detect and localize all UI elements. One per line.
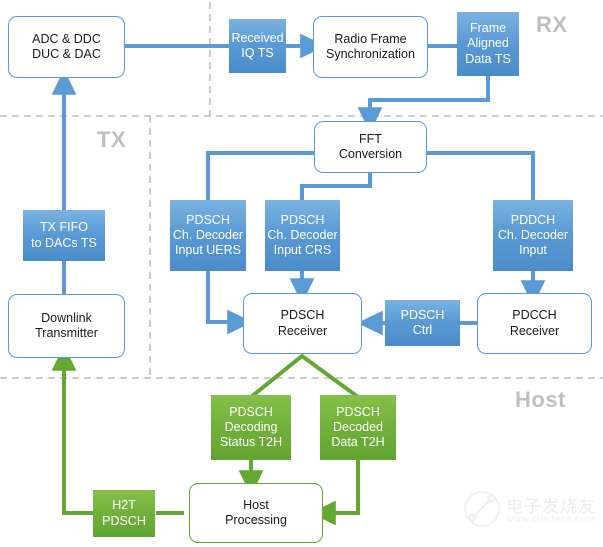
- zone-label-tx: TX: [97, 127, 127, 152]
- connector-layer: [0, 2, 603, 526]
- node-label: H2T PDSCH: [102, 498, 146, 528]
- zone-label-host: Host: [515, 387, 566, 412]
- node-h2t-pdsch[interactable]: H2T PDSCH: [93, 490, 155, 537]
- blue-connectors: [51, 33, 546, 336]
- node-pdsch-decoding-status-t2h[interactable]: PDSCH Decoding Status T2H: [211, 395, 291, 460]
- node-tx-fifo-to-dacs-ts[interactable]: TX FIFO to DACs TS: [23, 210, 105, 261]
- node-label: PDSCH Decoded Data T2H: [331, 404, 385, 450]
- node-label: PDSCH Decoding Status T2H: [219, 404, 283, 450]
- node-label: Received IQ TS: [231, 30, 284, 60]
- node-pdsch-ch-decoder-input-uers[interactable]: PDSCH Ch. Decoder Input UERS: [170, 200, 246, 271]
- node-adc-ddc-duc-dac[interactable]: ADC & DDC DUC & DAC: [8, 16, 125, 78]
- node-label: PDSCH Receiver: [277, 308, 328, 338]
- node-label: Downlink Transmitter: [35, 310, 98, 340]
- node-label: Radio Frame Synchronization: [326, 31, 415, 61]
- node-label: PDSCH Ctrl: [400, 307, 445, 337]
- node-label: ADC & DDC DUC & DAC: [32, 31, 101, 61]
- node-label: PDDCH Ch. Decoder Input: [497, 212, 569, 258]
- node-pdsch-receiver[interactable]: PDSCH Receiver: [243, 293, 362, 354]
- node-received-iq-ts[interactable]: Received IQ TS: [229, 19, 286, 73]
- node-host-processing[interactable]: Host Processing: [189, 483, 323, 543]
- node-label: PDCCH Receiver: [509, 308, 560, 338]
- node-label: TX FIFO to DACs TS: [31, 220, 97, 250]
- node-pdsch-decoded-data-t2h[interactable]: PDSCH Decoded Data T2H: [320, 395, 396, 460]
- node-radio-frame-synchronization[interactable]: Radio Frame Synchronization: [313, 16, 428, 78]
- node-fft-conversion[interactable]: FFT Conversion: [314, 121, 427, 173]
- diagram-canvas: RX TX Host ADC & DDC DUC & DAC Received …: [0, 0, 603, 547]
- node-label: PDSCH Ch. Decoder Input UERS: [172, 212, 244, 258]
- node-downlink-transmitter[interactable]: Downlink Transmitter: [8, 294, 125, 358]
- node-label: Frame Aligned Data TS: [465, 21, 511, 66]
- node-pdsch-ch-decoder-input-crs[interactable]: PDSCH Ch. Decoder Input CRS: [265, 200, 340, 271]
- node-frame-aligned-data-ts[interactable]: Frame Aligned Data TS: [457, 12, 519, 76]
- zone-label-rx: RX: [536, 12, 568, 37]
- node-label: PDSCH Ch. Decoder Input CRS: [267, 212, 338, 258]
- node-pdcch-receiver[interactable]: PDCCH Receiver: [477, 293, 592, 354]
- node-label: Host Processing: [225, 497, 287, 527]
- node-label: FFT Conversion: [338, 131, 403, 161]
- node-pdsch-ctrl[interactable]: PDSCH Ctrl: [385, 300, 460, 346]
- node-pddch-ch-decoder-input[interactable]: PDDCH Ch. Decoder Input: [493, 200, 573, 271]
